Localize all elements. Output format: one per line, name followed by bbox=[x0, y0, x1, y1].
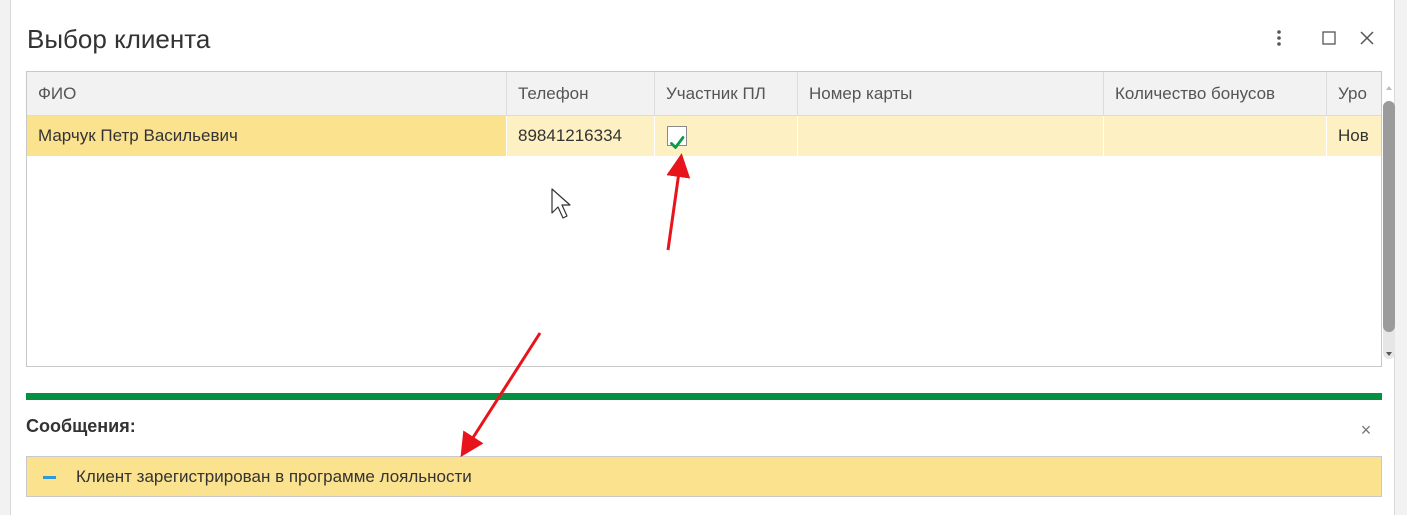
mouse-cursor-icon bbox=[551, 188, 571, 219]
annotation-arrow-checkbox bbox=[666, 153, 691, 251]
annotation-overlay bbox=[460, 153, 691, 458]
annotation-arrow-message bbox=[460, 332, 542, 458]
